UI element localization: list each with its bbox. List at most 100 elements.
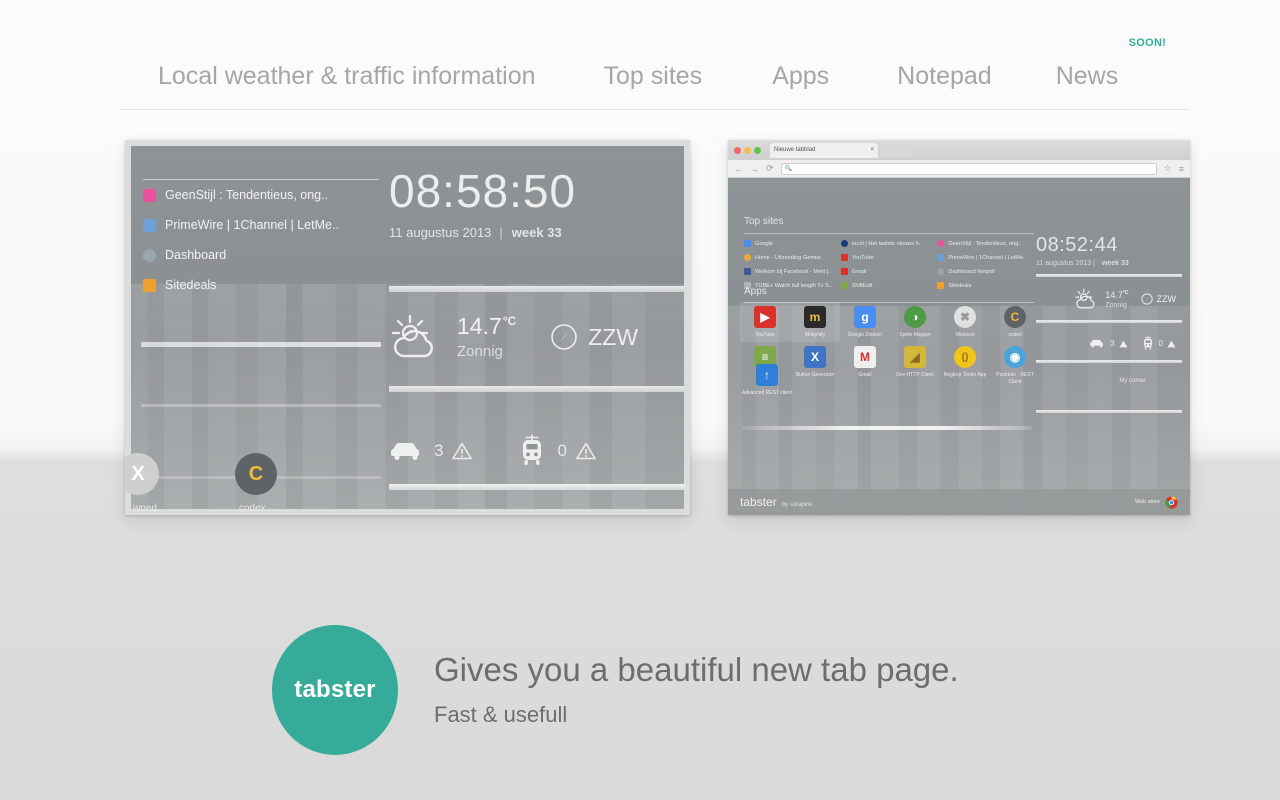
weather-condition: Zonnig	[457, 342, 503, 360]
clock-separator: |	[499, 225, 503, 240]
list-item[interactable]: Sitedeals	[143, 270, 383, 300]
list-item[interactable]: ShiftEdit	[840, 282, 938, 289]
favicon-icon	[143, 248, 156, 262]
shelf-divider	[141, 342, 381, 347]
list-item[interactable]: GeenStijl : Tendentieus, ong..	[143, 180, 383, 210]
app-tile-dev-http-client[interactable]: ◢ Dev HTTP Client	[890, 346, 940, 385]
screenshot-preview-left[interactable]: GeenStijl : Tendentieus, ong.. PrimeWire…	[125, 140, 690, 515]
star-icon[interactable]: ☆	[1164, 163, 1172, 174]
list-item[interactable]: GeenStijl : Tendentieus, ong..	[937, 240, 1034, 247]
list-item[interactable]: YouTube	[840, 254, 938, 261]
clock-separator: |	[1093, 260, 1095, 267]
train-icon	[518, 434, 546, 468]
app-icon: ◑	[904, 306, 926, 328]
warning-triangle-icon	[576, 442, 596, 460]
clock-date: 11 augustus 2013	[1036, 260, 1092, 267]
app-icon: g	[854, 306, 876, 328]
top-site-label: PrimeWire | 1Channel | LetMe..	[948, 254, 1027, 261]
app-tile-webxcel[interactable]: ✖ Webxcel	[940, 306, 990, 338]
app-tile-youtube[interactable]: ▶ YouTube	[740, 302, 790, 343]
app-tile-mobynify[interactable]: m Mobynify	[790, 302, 840, 343]
minimize-window-icon[interactable]	[744, 146, 751, 154]
favicon-icon	[937, 254, 945, 261]
list-item[interactable]: Welkom bij Facebook - Meld j..	[744, 268, 841, 275]
temperature-value: 14.7	[1105, 289, 1123, 300]
app-icon-glyph: m	[809, 310, 821, 324]
app-tile-advanced-rest-client[interactable]: ↑ Advanced REST client	[742, 364, 792, 396]
address-bar-input[interactable]: 🔍	[780, 162, 1157, 175]
close-window-icon[interactable]	[734, 146, 741, 154]
wind-direction: ZZW	[588, 323, 639, 350]
main-navigation: Local weather & traffic information Top …	[120, 38, 1190, 110]
traffic-widget: 3 0	[1089, 336, 1176, 351]
widget-shelf	[389, 484, 685, 490]
car-icon	[389, 439, 423, 463]
app-icon-glyph: ≡	[761, 350, 769, 365]
list-item[interactable]: Sitedeals	[937, 282, 1034, 289]
list-item[interactable]: Dashboard	[143, 240, 383, 270]
reload-icon[interactable]: ⟳	[766, 163, 774, 174]
weather-condition: Zonnig	[1105, 301, 1127, 309]
top-site-label: Home - Uitzending Gemist	[755, 254, 821, 261]
app-icon-glyph: ↑	[764, 368, 770, 382]
menu-icon[interactable]: ≡	[1179, 164, 1184, 174]
soon-badge: SOON!	[1128, 37, 1167, 49]
app-icon-codex[interactable]: C	[235, 453, 277, 495]
new-tab-button[interactable]	[881, 143, 911, 157]
shelf-divider	[141, 404, 381, 407]
maximize-window-icon[interactable]	[754, 146, 761, 154]
clock-date-row: 11 augustus 2013 | week 33	[1036, 260, 1176, 267]
brand-headline: Gives you a beautiful new tab page.	[434, 651, 959, 689]
browser-tab[interactable]: Nieuwe tabblad ×	[770, 142, 878, 158]
top-site-label: Google	[755, 240, 774, 247]
nav-item-top-sites[interactable]: Top sites	[604, 48, 703, 89]
back-arrow-icon[interactable]: ←	[734, 164, 743, 174]
forward-arrow-icon[interactable]: →	[750, 164, 759, 174]
bookmark-label: Sitedeals	[165, 278, 217, 292]
list-item[interactable]: nu.nl | Het laatste nieuws h..	[840, 240, 938, 247]
app-label: Sprite Mapper	[899, 332, 931, 338]
app-label: Advanced REST client	[742, 390, 792, 396]
nav-item-local-weather-traffic[interactable]: Local weather & traffic information	[158, 48, 536, 89]
nav-item-notepad[interactable]: Notepad	[897, 48, 992, 89]
nav-item-label: Notepad	[897, 62, 992, 90]
app-tile-google-zoeken[interactable]: g Google Zoeken	[840, 306, 890, 338]
clock-date-row: 11 augustus 2013 | week 33	[389, 225, 684, 240]
widget-shelf	[1036, 360, 1182, 363]
widget-shelf	[1036, 274, 1182, 277]
car-traffic-group: 3	[389, 439, 473, 463]
nav-item-label: Apps	[772, 62, 830, 90]
list-item[interactable]: PrimeWire | 1Channel | LetMe..	[143, 210, 383, 240]
app-tile-regexp-tester[interactable]: () RegExp Tester App	[940, 346, 990, 385]
list-item[interactable]: Home - Uitzending Gemist	[744, 254, 841, 261]
brand-block: tabster Gives you a beautiful new tab pa…	[272, 625, 959, 755]
web-store-link[interactable]: Web store	[1135, 495, 1178, 509]
app-icon-glyph: ▶	[760, 310, 770, 324]
app-tile-sprite-mapper[interactable]: ◑ Sprite Mapper	[890, 306, 940, 338]
app-icon-wped[interactable]: X	[125, 453, 159, 495]
nav-item-news[interactable]: News SOON!	[1056, 38, 1166, 89]
list-item[interactable]: PrimeWire | 1Channel | LetMe..	[937, 254, 1034, 261]
app-label: Gmail	[858, 372, 872, 379]
brand-logo-text: tabster	[294, 676, 376, 703]
app-tile-gmail[interactable]: M Gmail	[840, 346, 890, 385]
search-icon: 🔍	[784, 166, 793, 172]
app-tile-codex[interactable]: Ccodex	[990, 306, 1040, 338]
list-item[interactable]: Dashboard Netpoll	[937, 268, 1034, 275]
app-tile-postman[interactable]: ◉ Postman - REST Client	[990, 346, 1040, 385]
top-site-label: YouTube	[851, 254, 874, 261]
footer-brand: tabster by sorapine	[740, 495, 813, 509]
list-item[interactable]: Gmail	[840, 268, 938, 275]
close-icon[interactable]: ×	[870, 147, 874, 153]
list-item[interactable]: Google	[744, 240, 841, 247]
nav-item-apps[interactable]: Apps	[772, 48, 829, 89]
app-icon-glyph: C	[1010, 310, 1020, 324]
screenshot-preview-right[interactable]: Nieuwe tabblad × ← → ⟳ 🔍 ☆ ≡ Top sites G…	[728, 140, 1190, 515]
app-icon-glyph: ()	[961, 351, 969, 363]
app-tile-button-generator[interactable]: X Button Generator	[790, 346, 840, 385]
temperature-unit: °C	[1122, 289, 1129, 296]
app-icon-glyph: ◢	[910, 350, 920, 365]
sun-cloud-icon	[389, 314, 445, 360]
sun-cloud-icon	[1074, 288, 1100, 310]
browser-tab-title: Nieuwe tabblad	[774, 147, 816, 153]
